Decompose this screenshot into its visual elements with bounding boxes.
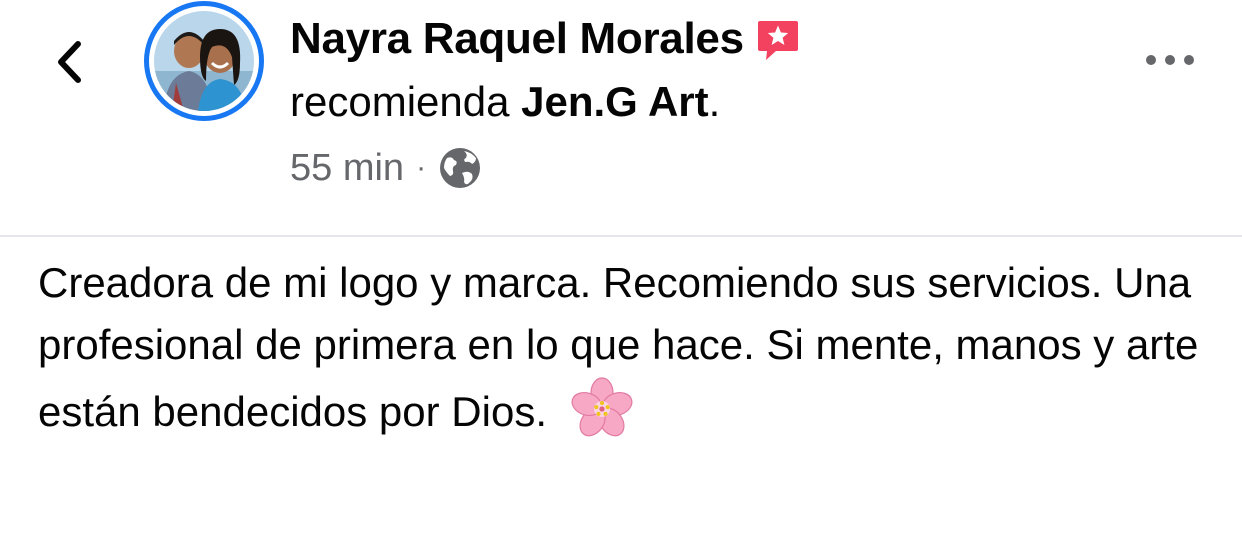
globe-icon[interactable] <box>438 146 482 190</box>
meta-separator: · <box>416 151 427 184</box>
author-name[interactable]: Nayra Raquel Morales <box>290 14 744 64</box>
post-detail-view: Nayra Raquel Morales recomienda Jen.G Ar… <box>0 0 1242 546</box>
chevron-left-icon <box>58 41 81 83</box>
timestamp[interactable]: 55 min <box>290 147 404 190</box>
avatar-photo <box>154 11 254 111</box>
more-options-button[interactable] <box>1138 40 1202 80</box>
recommended-page-link[interactable]: Jen.G Art <box>521 78 708 125</box>
author-line: Nayra Raquel Morales <box>290 14 802 64</box>
recommend-end: . <box>708 78 721 125</box>
post-text: Creadora de mi logo y marca. Recomiendo … <box>38 252 1228 443</box>
post-meta: 55 min · <box>290 146 482 190</box>
header-divider <box>0 235 1242 237</box>
back-button[interactable] <box>44 34 94 90</box>
recommend-verb: recomienda <box>290 78 510 125</box>
recommendation-star-badge-icon <box>757 21 798 60</box>
cherry-blossom-icon <box>571 377 633 437</box>
avatar[interactable] <box>144 1 264 121</box>
more-horizontal-icon <box>1146 55 1194 65</box>
recommendation-line: recomienda Jen.G Art. <box>290 78 720 126</box>
